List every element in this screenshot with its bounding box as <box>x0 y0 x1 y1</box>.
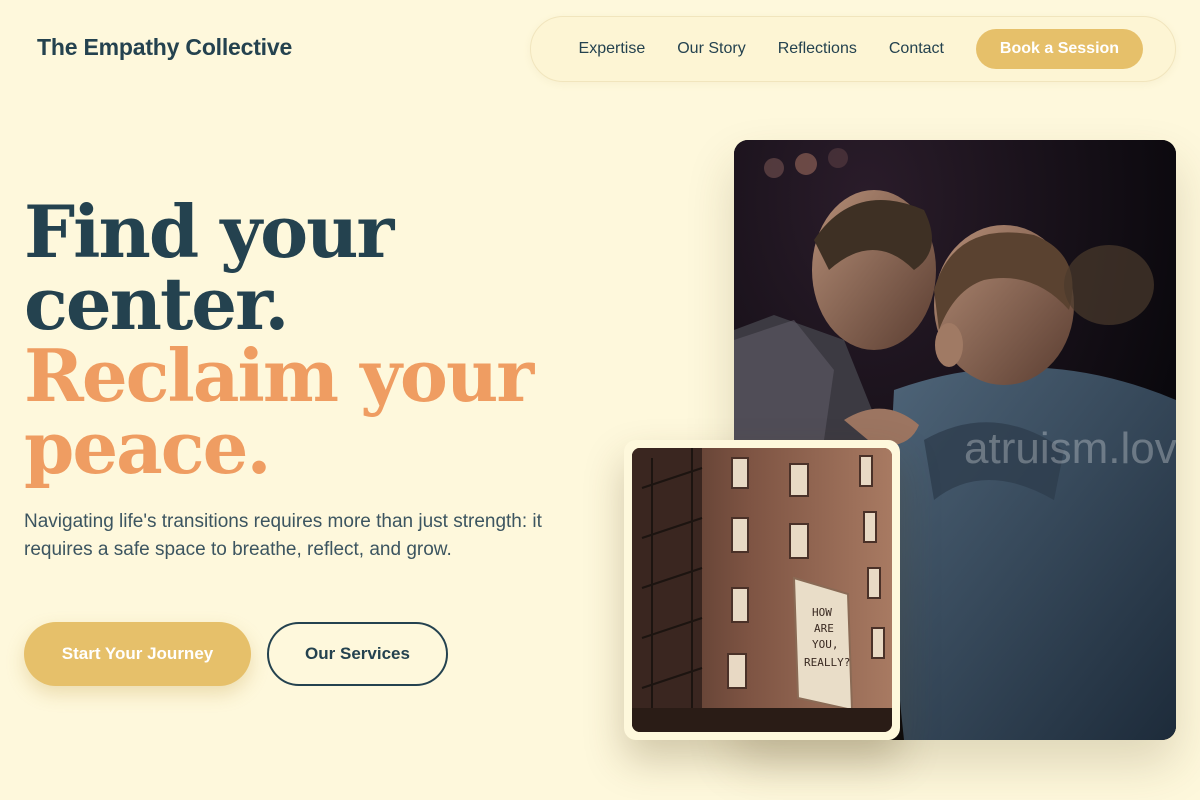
main-watermark-text: atruism.love <box>964 424 1176 473</box>
nav-link-our-story[interactable]: Our Story <box>677 40 745 58</box>
headline-line-1: Find your <box>24 189 394 274</box>
brand-logo[interactable]: The Empathy Collective <box>37 34 292 61</box>
nav-link-expertise[interactable]: Expertise <box>579 40 646 58</box>
headline-line-4: peace. <box>24 405 272 490</box>
svg-text:ARE: ARE <box>814 622 834 635</box>
svg-text:YOU,: YOU, <box>812 638 839 651</box>
main-nav: Expertise Our Story Reflections Contact … <box>530 16 1176 82</box>
svg-text:REALLY?: REALLY? <box>804 656 850 669</box>
hero-secondary-image-frame: HOW ARE YOU, REALLY? <box>624 440 900 740</box>
hero-subtext: Navigating life's transitions requires m… <box>24 511 542 560</box>
headline-line-2: center. <box>24 261 289 346</box>
start-journey-button[interactable]: Start Your Journey <box>24 622 251 686</box>
book-session-button[interactable]: Book a Session <box>976 29 1143 69</box>
our-services-button[interactable]: Our Services <box>267 622 448 686</box>
svg-text:HOW: HOW <box>812 606 832 619</box>
hero-headline: Find your center. Reclaim your peace. <box>24 189 534 490</box>
headline-line-3: Reclaim your <box>24 333 534 418</box>
nav-link-contact[interactable]: Contact <box>889 40 944 58</box>
building-photo: HOW ARE YOU, REALLY? <box>632 448 892 732</box>
nav-link-reflections[interactable]: Reflections <box>778 40 857 58</box>
how-are-you-building-photo: HOW ARE YOU, REALLY? <box>632 448 892 732</box>
